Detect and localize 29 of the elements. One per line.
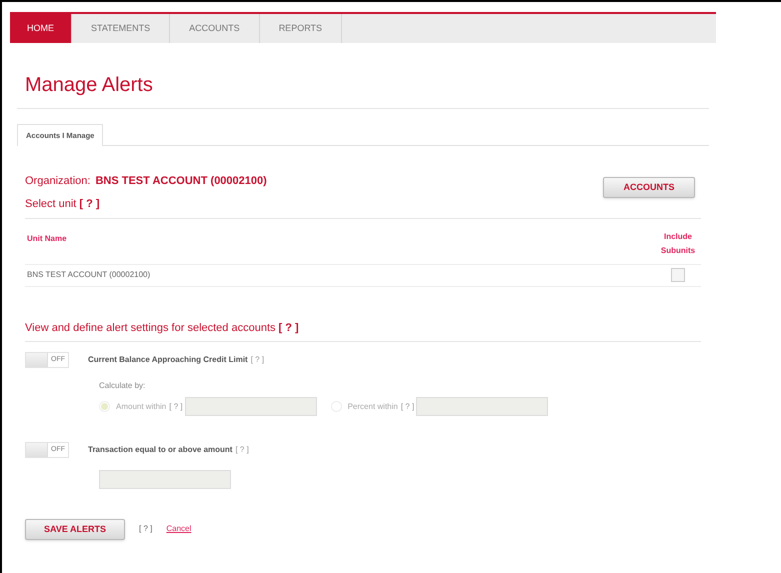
alert-label: Transaction equal to or above amount — [88, 444, 232, 456]
help-link[interactable]: [ ? ] — [235, 444, 249, 456]
accounts-button[interactable]: ACCOUNTS — [603, 177, 695, 198]
help-link[interactable]: [ ? ] — [278, 320, 299, 336]
organization-name: BNS TEST ACCOUNT (00002100) — [95, 174, 267, 188]
help-link[interactable]: [ ? ] — [79, 196, 100, 213]
section-heading: View and define alert settings for selected accounts — [25, 320, 276, 336]
help-link[interactable]: [ ? ] — [139, 523, 152, 536]
nav-tab[interactable]: REPORTS — [260, 14, 342, 43]
organization-label: Organization: — [25, 174, 90, 188]
option-label: Percent within — [348, 400, 398, 413]
save-alerts-button[interactable]: SAVE ALERTS — [25, 518, 125, 540]
calculate-label: Calculate by: — [99, 380, 146, 392]
help-link[interactable]: [ ? ] — [169, 400, 183, 413]
checkbox[interactable] — [671, 268, 685, 282]
column-header: Include Subunits — [660, 230, 696, 257]
select-unit-label: Select unit — [25, 197, 76, 212]
nav-tab[interactable]: ACCOUNTS — [170, 14, 260, 43]
page-title: Manage Alerts — [25, 73, 154, 98]
help-link[interactable]: [ ? ] — [250, 354, 264, 366]
radio-button[interactable] — [99, 401, 110, 412]
column-header: Unit Name — [27, 232, 67, 245]
help-link[interactable]: [ ? ] — [400, 400, 414, 413]
nav-tab[interactable]: STATEMENTS — [72, 14, 170, 43]
option-label: Amount within — [116, 400, 166, 413]
nav-tab[interactable]: HOME — [10, 14, 72, 43]
cancel-link[interactable]: Cancel — [166, 523, 192, 536]
table-cell: BNS TEST ACCOUNT (00002100) — [27, 269, 150, 282]
alert-label: Current Balance Approaching Credit Limit — [88, 354, 248, 366]
